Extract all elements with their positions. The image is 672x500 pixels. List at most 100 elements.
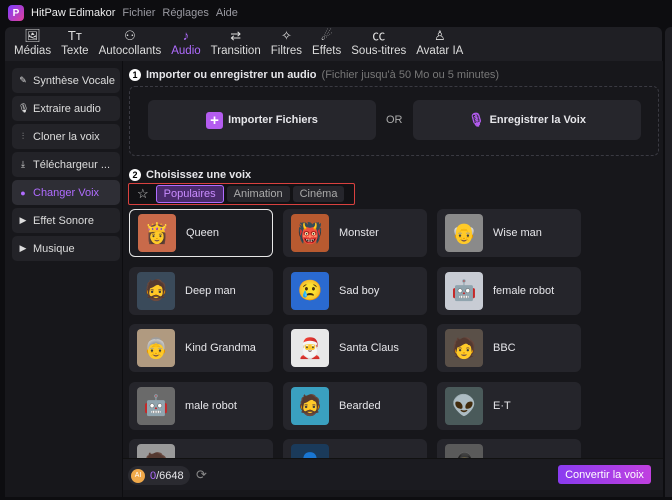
voice-card[interactable]: 🎅 Santa Claus: [283, 324, 427, 372]
voice-name: male robot: [185, 399, 237, 412]
sidebar-item-6[interactable]: ▶ Effet Sonore: [12, 208, 120, 233]
refresh-icon[interactable]: ⟳: [196, 467, 207, 483]
convert-voice-button[interactable]: Convertir la voix: [558, 465, 651, 484]
import-files-button[interactable]: + Importer Fichiers: [148, 100, 376, 140]
tool-label: Avatar IA: [416, 45, 464, 57]
voice-avatar: 😢: [291, 271, 329, 310]
sidebar-item-5[interactable]: ● Changer Voix: [12, 180, 120, 205]
voice-card[interactable]: 👹 Monster: [283, 209, 427, 257]
menu-aide[interactable]: Aide: [216, 7, 238, 19]
tab-m-dias[interactable]: 🖼 Médias: [9, 27, 56, 61]
voice-avatar: 🧔: [291, 386, 329, 425]
sparkle-icon: ✧: [280, 28, 292, 43]
tab-texte[interactable]: Tт Texte: [56, 27, 94, 61]
voice-avatar: 👹: [291, 214, 329, 252]
effects-icon: ☄: [320, 28, 333, 43]
tool-label: Médias: [14, 45, 52, 57]
subtitles-icon: ㏄: [372, 28, 386, 43]
sidebar-item-label: Téléchargeur ...: [33, 158, 111, 171]
import-label: Importer Fichiers: [228, 114, 318, 126]
sidebar-item-2[interactable]: 🎙 Extraire audio: [12, 96, 120, 121]
voice-card[interactable]: 👽 E·T: [437, 381, 581, 430]
voice-category-tabs: ☆ Populaires Animation Cinéma: [128, 183, 355, 205]
media-icon: 🖼: [24, 28, 41, 43]
voice-name: Kind Grandma: [185, 342, 256, 354]
app-title: HitPaw Edimakor: [31, 7, 116, 19]
voice-change-icon: ●: [20, 187, 26, 198]
credits-counter: AI 0/6648: [128, 466, 190, 485]
plus-icon: +: [206, 111, 224, 129]
tab-cinema[interactable]: Cinéma: [292, 186, 345, 202]
voice-card[interactable]: 🧔 Bearded: [283, 381, 427, 430]
microphone-icon: 🎙: [468, 112, 485, 127]
text-to-speech-icon: ✎: [19, 75, 27, 85]
tab-filtres[interactable]: ✧ Filtres: [266, 27, 307, 61]
triangle-right-icon: ▶: [19, 215, 27, 225]
voice-name: Monster: [339, 227, 379, 239]
tab-populaires[interactable]: Populaires: [155, 185, 224, 203]
voice-avatar: 🤖: [137, 386, 175, 425]
voice-card[interactable]: 🧔 Deep man: [129, 266, 273, 315]
sidebar-item-label: Effet Sonore: [33, 214, 94, 227]
drop-zone[interactable]: + Importer Fichiers OR 🎙 Enregistrer la …: [129, 86, 659, 156]
tab-audio[interactable]: ♪ Audio: [166, 27, 205, 61]
tab-sous-titres[interactable]: ㏄ Sous-titres: [346, 27, 411, 61]
favorites-star-icon[interactable]: ☆: [133, 186, 153, 202]
tool-label: Texte: [61, 45, 89, 57]
credits-total: /6648: [156, 469, 184, 482]
main-panel: 1 Importer ou enregistrer un audio (Fich…: [123, 61, 663, 497]
voice-avatar: 👽: [445, 386, 483, 425]
voice-name: Sad boy: [339, 284, 380, 297]
voice-avatar: 👴: [445, 214, 483, 252]
tab-effets[interactable]: ☄ Effets: [307, 27, 346, 61]
voice-name: E·T: [493, 399, 511, 412]
voice-name: Santa Claus: [339, 342, 399, 354]
sidebar-item-4[interactable]: ⤓ Téléchargeur ...: [12, 152, 120, 177]
record-voice-button[interactable]: 🎙 Enregistrer la Voix: [413, 100, 641, 140]
voice-card[interactable]: 😢 Sad boy: [283, 266, 427, 315]
voice-card[interactable]: 🤖 male robot: [129, 381, 273, 430]
voice-name: Wise man: [493, 227, 542, 239]
tab-animation[interactable]: Animation: [226, 186, 290, 202]
sidebar-item-label: Changer Voix: [33, 186, 100, 199]
voice-card[interactable]: 👵 Kind Grandma: [129, 324, 273, 372]
menu-reglages[interactable]: Réglages: [162, 7, 208, 19]
microphone-icon: 🎙: [18, 103, 30, 113]
voice-card[interactable]: 🤖 female robot: [437, 266, 581, 315]
right-panel: [665, 27, 672, 497]
voice-avatar: 🤖: [445, 271, 483, 310]
sidebar-item-label: Cloner la voix: [33, 130, 100, 143]
section-title: Choisissez une voix: [146, 169, 252, 181]
tool-label: Filtres: [270, 45, 303, 57]
tab-transition[interactable]: ⇄ Transition: [206, 27, 266, 61]
voice-name: female robot: [493, 284, 555, 297]
voice-card[interactable]: 👸 Queen: [129, 209, 273, 257]
tool-label: Autocollants: [98, 45, 162, 57]
tool-label: Sous-titres: [351, 45, 407, 57]
tab-autocollants[interactable]: ⚇ Autocollants: [94, 27, 167, 61]
tool-label: Audio: [171, 45, 201, 57]
download-icon: ⤓: [21, 159, 25, 169]
step-number: 2: [129, 169, 141, 181]
sidebar-item-3[interactable]: ⫶ Cloner la voix: [12, 124, 120, 149]
voice-name: Queen: [186, 227, 220, 239]
voice-card[interactable]: 🧑 BBC: [437, 324, 581, 372]
sidebar: ✎ Synthèse Vocale 🎙 Extraire audio ⫶ Cloner l…: [5, 61, 122, 497]
voice-name: Deep man: [185, 284, 236, 297]
section-title: Importer ou enregistrer un audio: [146, 69, 317, 81]
sidebar-item-7[interactable]: ▶ Musique: [12, 236, 120, 261]
voice-card[interactable]: 👴 Wise man: [437, 209, 581, 257]
record-label: Enregistrer la Voix: [489, 114, 586, 126]
avatar-icon: ♙: [433, 28, 446, 43]
footer-bar: AI 0/6648 ⟳ Convertir la voix: [123, 458, 663, 490]
sidebar-item-1[interactable]: ✎ Synthèse Vocale: [12, 68, 120, 93]
sidebar-item-label: Synthèse Vocale: [33, 74, 115, 87]
stickers-icon: ⚇: [124, 28, 136, 43]
voice-name: Bearded: [339, 399, 381, 412]
menu-fichier[interactable]: Fichier: [122, 7, 155, 19]
sidebar-item-label: Musique: [33, 242, 75, 255]
tool-label: Effets: [312, 45, 342, 57]
voice-avatar: 🧑: [445, 329, 483, 367]
tab-avatar-ia[interactable]: ♙ Avatar IA: [411, 27, 468, 61]
text-icon: Tт: [67, 28, 82, 43]
